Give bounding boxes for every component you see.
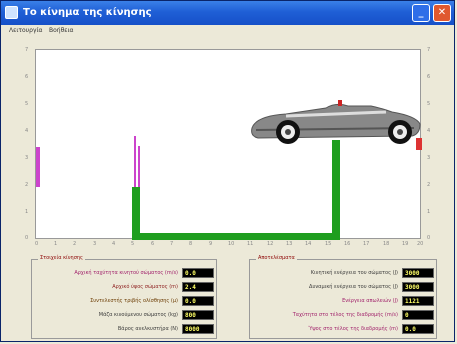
x-tick-label: 14 xyxy=(305,241,312,247)
menu-item-function[interactable]: Λειτουργία xyxy=(9,27,42,34)
param-label: Μάζα κινούμενου σώματος (kg) xyxy=(98,312,178,318)
param-value-field[interactable]: 8000 xyxy=(182,324,214,334)
result-row: Ενέργεια απωλειών (J) 1121 xyxy=(250,296,438,307)
param-label: Αρχική ταχύτητα κινητού σώματος (m/s) xyxy=(74,270,178,276)
x-tick-label: 8 xyxy=(189,241,193,247)
y-tick-label: 0 xyxy=(25,235,29,241)
y-tick-label-right: 1 xyxy=(427,209,431,215)
y-tick-label: 4 xyxy=(25,128,29,134)
result-value: 3000 xyxy=(402,282,434,292)
x-tick-label: 17 xyxy=(363,241,370,247)
title-bar[interactable]: Το κίνημα της κίνησης _ ✕ xyxy=(1,1,454,25)
result-value: 1121 xyxy=(402,296,434,306)
x-tick-label: 19 xyxy=(402,241,409,247)
x-tick-label: 18 xyxy=(383,241,390,247)
param-value-field[interactable]: 0.0 xyxy=(182,296,214,306)
track-bottom xyxy=(132,233,340,240)
result-row: Κινητική ενέργεια του σώματος (J) 3000 xyxy=(250,268,438,279)
x-tick-label: 2 xyxy=(73,241,77,247)
marker-left-edge xyxy=(36,147,40,187)
results-panel: Αποτελέσματα Κινητική ενέργεια του σώματ… xyxy=(249,255,438,339)
menu-bar: Λειτουργία Βοήθεια xyxy=(1,25,454,37)
track-left-post xyxy=(132,187,140,240)
result-row: Ύψος στο τέλος της διαδρομής (m) 0.0 xyxy=(250,324,438,335)
result-value: 0 xyxy=(402,310,434,320)
x-tick-label: 9 xyxy=(209,241,213,247)
x-tick-label: 6 xyxy=(151,241,155,247)
close-button[interactable]: ✕ xyxy=(433,4,451,22)
y-tick-label: 5 xyxy=(25,101,29,107)
x-tick-label: 10 xyxy=(228,241,235,247)
menu-item-help[interactable]: Βοήθεια xyxy=(49,27,74,34)
param-value-field[interactable]: 0.0 xyxy=(182,268,214,278)
result-row: Δυναμική ενέργεια του σώματος (J) 3000 xyxy=(250,282,438,293)
simulation-chart: 7 6 5 4 3 2 1 0 7 6 5 4 3 2 1 0 0 1 2 3 … xyxy=(9,37,448,247)
x-tick-label: 20 xyxy=(417,241,424,247)
window-title: Το κίνημα της κίνησης xyxy=(23,7,152,18)
y-tick-label-right: 6 xyxy=(427,74,431,80)
y-tick-label: 1 xyxy=(25,209,29,215)
y-tick-label: 3 xyxy=(25,155,29,161)
result-label: Ενέργεια απωλειών (J) xyxy=(342,298,398,304)
param-label: Συντελεστής τριβής ολίσθησης (μ) xyxy=(90,298,178,304)
param-row: Αρχικό ύψος σώματος (m) 2.4 xyxy=(32,282,218,293)
x-tick-label: 16 xyxy=(344,241,351,247)
app-icon xyxy=(5,6,18,19)
marker-right-edge xyxy=(416,138,422,150)
y-tick-label-right: 3 xyxy=(427,155,431,161)
result-value: 0.0 xyxy=(402,324,434,334)
result-label: Ύψος στο τέλος της διαδρομής (m) xyxy=(308,326,398,332)
y-tick-label: 2 xyxy=(25,182,29,188)
x-tick-label: 3 xyxy=(93,241,97,247)
result-label: Κινητική ενέργεια του σώματος (J) xyxy=(310,270,398,276)
param-row: Μάζα κινούμενου σώματος (kg) 800 xyxy=(32,310,218,321)
app-window: Το κίνημα της κίνησης _ ✕ Λειτουργία Βοή… xyxy=(0,0,455,342)
result-label: Ταχύτητα στο τέλος της διαδρομής (m/s) xyxy=(292,312,398,318)
y-tick-label: 7 xyxy=(25,47,29,53)
panel-title: Αποτελέσματα xyxy=(256,255,297,261)
result-row: Ταχύτητα στο τέλος της διαδρομής (m/s) 0 xyxy=(250,310,438,321)
panel-title: Στοιχεία κίνησης xyxy=(38,255,85,261)
marker-left-post xyxy=(134,136,136,187)
track-drawing xyxy=(36,100,422,240)
track-right-post xyxy=(332,140,340,240)
y-tick-label-right: 4 xyxy=(427,128,431,134)
param-row: Βάρος ανελκυστήρα (N) 8000 xyxy=(32,324,218,335)
plot-area xyxy=(35,49,422,240)
result-value: 3000 xyxy=(402,268,434,278)
car-icon xyxy=(251,100,421,144)
param-row: Συντελεστής τριβής ολίσθησης (μ) 0.0 xyxy=(32,296,218,307)
x-tick-label: 5 xyxy=(131,241,135,247)
marker-left-post xyxy=(138,146,140,187)
x-tick-label: 15 xyxy=(325,241,332,247)
motion-parameters-panel: Στοιχεία κίνησης Αρχική ταχύτητα κινητού… xyxy=(31,255,218,339)
param-label: Αρχικό ύψος σώματος (m) xyxy=(112,284,178,290)
param-value-field[interactable]: 800 xyxy=(182,310,214,320)
x-tick-label: 1 xyxy=(54,241,58,247)
param-label: Βάρος ανελκυστήρα (N) xyxy=(117,326,178,332)
x-tick-label: 7 xyxy=(170,241,174,247)
param-row: Αρχική ταχύτητα κινητού σώματος (m/s) 0.… xyxy=(32,268,218,279)
x-tick-label: 12 xyxy=(267,241,274,247)
x-tick-label: 4 xyxy=(112,241,116,247)
y-tick-label-right: 5 xyxy=(427,101,431,107)
y-tick-label-right: 2 xyxy=(427,182,431,188)
minimize-button[interactable]: _ xyxy=(412,4,430,22)
y-tick-label-right: 7 xyxy=(427,47,431,53)
x-tick-label: 13 xyxy=(286,241,293,247)
result-label: Δυναμική ενέργεια του σώματος (J) xyxy=(309,284,398,290)
y-tick-label: 6 xyxy=(25,74,29,80)
y-tick-label-right: 0 xyxy=(427,235,431,241)
x-tick-label: 11 xyxy=(247,241,254,247)
x-tick-label: 0 xyxy=(35,241,39,247)
param-value-field[interactable]: 2.4 xyxy=(182,282,214,292)
